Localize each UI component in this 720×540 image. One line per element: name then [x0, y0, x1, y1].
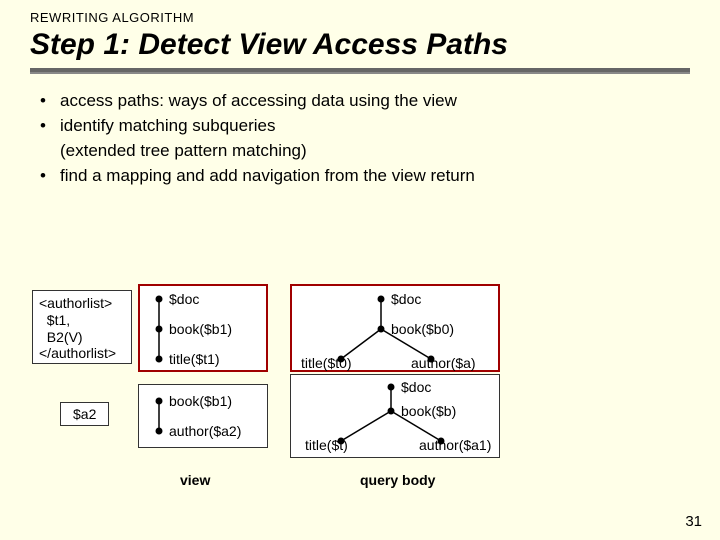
tree-node-label: author($a) — [411, 355, 476, 371]
tree-node-label: $doc — [169, 291, 199, 307]
bullet-item: •find a mapping and add navigation from … — [40, 165, 475, 188]
bullet-item: (extended tree pattern matching) — [40, 140, 475, 163]
bullet-item: •identify matching subqueries — [40, 115, 475, 138]
caption-view: view — [180, 472, 210, 488]
page-title: Step 1: Detect View Access Paths — [30, 28, 508, 62]
xml-code-box: <authorlist> $t1, B2(V) </authorlist> — [32, 290, 132, 364]
tree-node-label: book($b) — [401, 403, 456, 419]
bullet-text: (extended tree pattern matching) — [60, 141, 307, 160]
tree-node-icon — [378, 296, 385, 303]
tree-node-label: title($t) — [305, 437, 348, 453]
code-line: </authorlist> — [39, 345, 125, 362]
tree-node-icon — [388, 384, 395, 391]
tree-node-icon — [156, 356, 163, 363]
tree-node-label: $doc — [391, 291, 421, 307]
tree-node-label: title($t1) — [169, 351, 220, 367]
a2-box: $a2 — [60, 402, 109, 426]
tree-node-label: book($b1) — [169, 393, 232, 409]
tree-node-icon — [378, 326, 385, 333]
code-line: B2(V) — [39, 329, 125, 346]
bullet-item: •access paths: ways of accessing data us… — [40, 90, 475, 113]
caption-query: query body — [360, 472, 435, 488]
bullet-list: •access paths: ways of accessing data us… — [40, 90, 475, 190]
page-number: 31 — [685, 513, 702, 530]
tree-node-icon — [388, 408, 395, 415]
tree-view-upper: $doc book($b1) title($t1) — [138, 284, 268, 372]
tree-node-label: $doc — [401, 379, 431, 395]
code-line: $t1, — [39, 312, 125, 329]
tree-node-label: book($b0) — [391, 321, 454, 337]
bullet-text: identify matching subqueries — [60, 116, 275, 135]
title-rule — [30, 68, 690, 74]
code-line: <authorlist> — [39, 295, 125, 312]
tree-node-icon — [156, 398, 163, 405]
tree-node-label: author($a1) — [419, 437, 491, 453]
bullet-text: access paths: ways of accessing data usi… — [60, 91, 457, 110]
tree-node-icon — [156, 428, 163, 435]
tree-view-lower: book($b1) author($a2) — [138, 384, 268, 448]
header-label: REWRITING ALGORITHM — [30, 10, 194, 25]
tree-node-label: title($t0) — [301, 355, 352, 371]
tree-query-upper: $doc book($b0) title($t0) author($a) — [290, 284, 500, 372]
tree-node-icon — [156, 296, 163, 303]
tree-query-lower: $doc book($b) title($t) author($a1) — [290, 374, 500, 458]
tree-node-label: book($b1) — [169, 321, 232, 337]
bullet-text: find a mapping and add navigation from t… — [60, 166, 475, 185]
tree-node-label: author($a2) — [169, 423, 241, 439]
tree-node-icon — [156, 326, 163, 333]
